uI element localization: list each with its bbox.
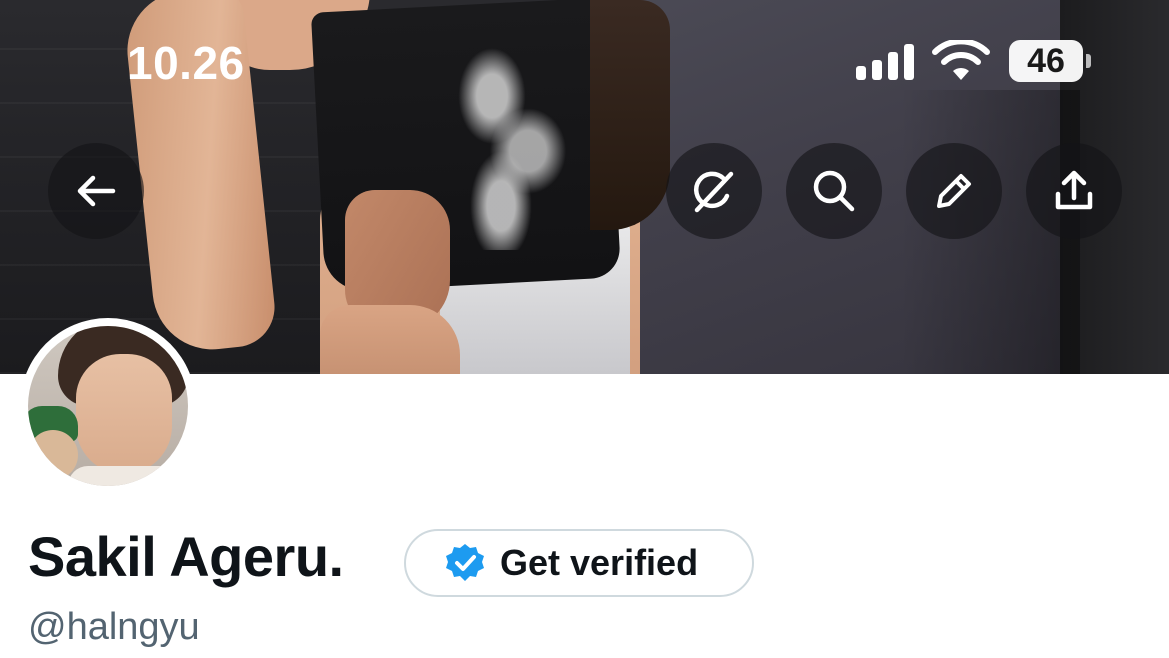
arrow-left-icon	[77, 175, 116, 207]
avatar[interactable]	[20, 318, 196, 494]
avatar-face	[76, 354, 172, 474]
get-verified-label: Get verified	[500, 542, 699, 583]
battery-tip	[1086, 54, 1091, 68]
avatar-second-face	[28, 430, 78, 480]
edit-button[interactable]	[906, 143, 1002, 239]
search-button[interactable]	[786, 143, 882, 239]
display-name: Sakil Ageru.	[28, 525, 344, 588]
status-time: 10.26	[127, 37, 245, 89]
verified-badge-icon	[446, 544, 484, 581]
avatar-photo	[28, 326, 188, 486]
search-icon	[813, 170, 855, 212]
banner-hair	[590, 0, 670, 230]
wifi-icon	[932, 40, 990, 80]
cellular-signal-icon	[856, 44, 914, 80]
battery-icon: 46	[1009, 40, 1083, 82]
grok-icon	[694, 171, 734, 213]
get-verified-button[interactable]: Get verified	[404, 529, 754, 597]
back-button[interactable]	[48, 143, 144, 239]
profile-handle: @halngyu	[28, 606, 200, 648]
share-button[interactable]	[1026, 143, 1122, 239]
grok-button[interactable]	[666, 143, 762, 239]
avatar-shirt	[68, 466, 188, 486]
banner-hand-lower	[320, 305, 460, 374]
pencil-icon	[937, 174, 971, 208]
share-icon	[1055, 170, 1093, 210]
